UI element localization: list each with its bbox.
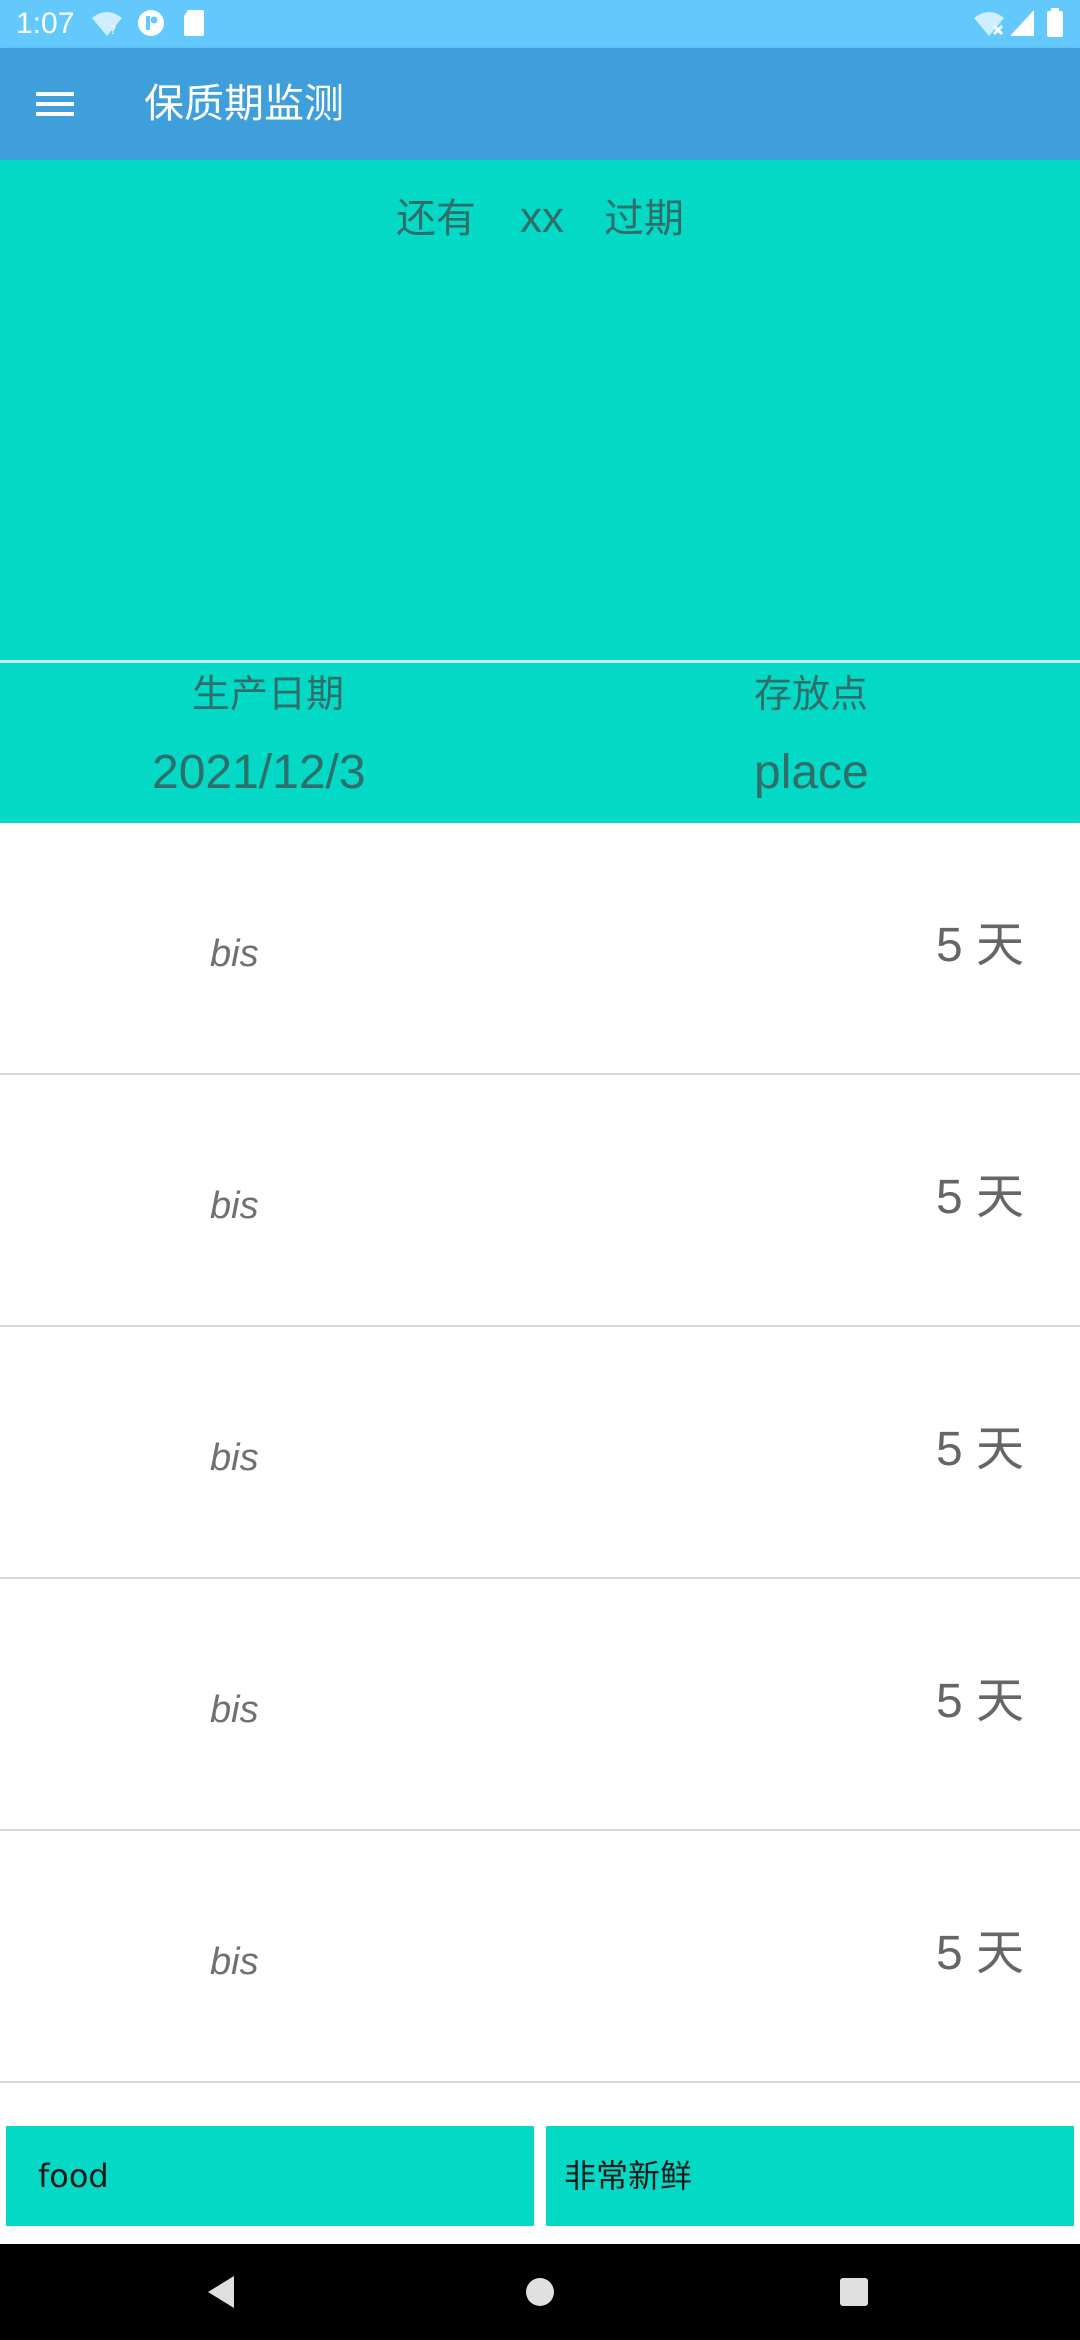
expiry-count: xx [520, 193, 564, 242]
list-item[interactable]: bis 5 天 [0, 1831, 1080, 2083]
expiry-countdown: 还有 xx 过期 [0, 190, 1080, 247]
app-notification-icon [138, 10, 164, 36]
product-info-band: 生产日期 2021/12/3 存放点 place [0, 663, 1080, 823]
production-date-label: 生产日期 [192, 672, 345, 716]
list-item[interactable]: bis 5 天 [0, 1579, 1080, 1831]
item-days-left: 5 天 [935, 1675, 1024, 1728]
status-time: 1:07 [16, 7, 75, 40]
system-nav-bar [0, 2244, 1080, 2340]
list-item[interactable]: bis 5 天 [0, 823, 1080, 1075]
storage-location-label: 存放点 [754, 672, 869, 716]
production-date-value: 2021/12/3 [152, 746, 366, 799]
status-bar: 1:07 ? [0, 0, 1080, 48]
item-name: bis [210, 1689, 259, 1731]
list-item[interactable]: bis 5 天 [0, 1075, 1080, 1327]
item-days-left: 5 天 [935, 1423, 1024, 1476]
back-triangle-icon[interactable] [204, 2272, 240, 2312]
app-bar: 保质期监测 [0, 48, 1080, 160]
storage-location-value: place [754, 746, 869, 799]
signal-icon [1010, 10, 1034, 36]
item-name: bis [210, 933, 259, 975]
expiry-suffix: 过期 [604, 196, 684, 242]
item-days-left: 5 天 [935, 919, 1024, 972]
item-days-left: 5 天 [935, 1171, 1024, 1224]
expiry-summary-panel: 还有 xx 过期 [0, 160, 1080, 662]
item-name: bis [210, 1941, 259, 1983]
svg-text:?: ? [110, 23, 116, 37]
home-circle-icon[interactable] [522, 2274, 558, 2310]
page-title: 保质期监测 [144, 81, 344, 127]
menu-button[interactable] [24, 78, 88, 130]
expiry-prefix: 还有 [396, 196, 476, 242]
bottom-tag-bar: food 非常新鲜 [0, 2126, 1080, 2228]
food-category-tag[interactable]: food [6, 2126, 534, 2226]
list-item[interactable]: bis 5 天 [0, 1327, 1080, 1579]
wifi-question-icon: ? [92, 12, 122, 37]
hamburger-menu-icon [36, 92, 74, 116]
item-days-left: 5 天 [935, 1927, 1024, 1980]
sd-card-icon [184, 10, 204, 36]
battery-icon [1047, 8, 1063, 37]
item-name: bis [210, 1437, 259, 1479]
wifi-off-icon [974, 12, 1004, 36]
recents-square-icon[interactable] [836, 2274, 872, 2310]
item-name: bis [210, 1185, 259, 1227]
freshness-tag[interactable]: 非常新鲜 [546, 2126, 1074, 2226]
